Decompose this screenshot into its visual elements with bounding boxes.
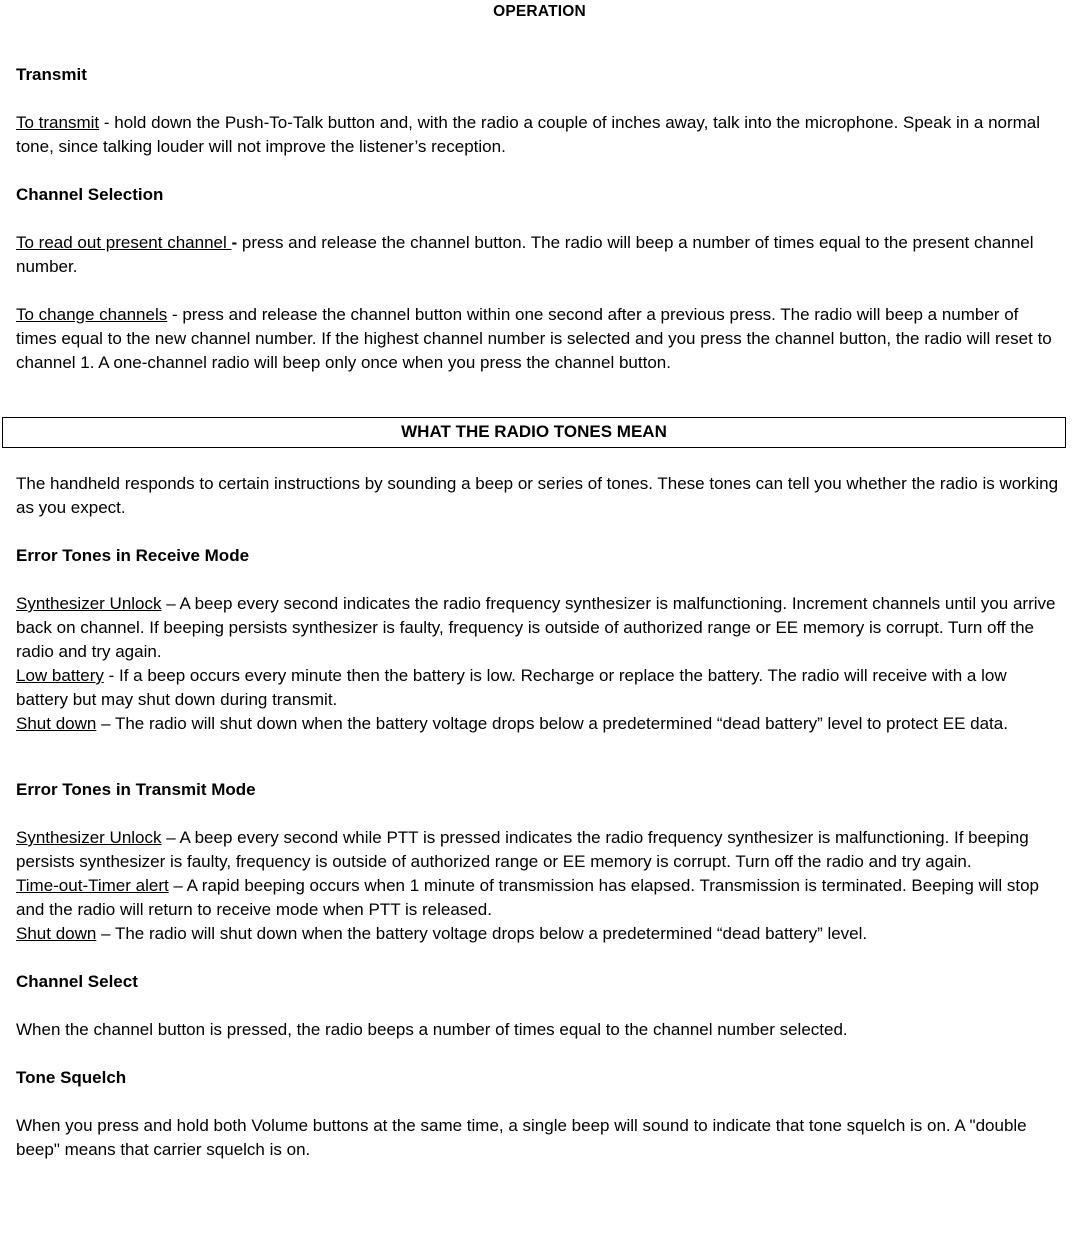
- lead-in-synthesizer-unlock-tx: Synthesizer Unlock: [16, 828, 162, 847]
- list-item-body: – A beep every second while PTT is press…: [16, 828, 1029, 871]
- lead-in-shut-down-rx: Shut down: [16, 714, 97, 733]
- lead-in-synthesizer-unlock-rx: Synthesizer Unlock: [16, 594, 162, 613]
- paragraph-tones-intro: The handheld responds to certain instruc…: [16, 474, 1059, 517]
- heading-transmit: Transmit: [16, 65, 87, 84]
- list-item-body: – A rapid beeping occurs when 1 minute o…: [16, 876, 1039, 919]
- paragraph-channel-select: When the channel button is pressed, the …: [16, 1020, 848, 1039]
- heading-channel-select: Channel Select: [16, 972, 138, 991]
- heading-error-tones-receive: Error Tones in Receive Mode: [16, 546, 250, 565]
- heading-channel-selection: Channel Selection: [16, 185, 164, 204]
- list-item-body: – A beep every second indicates the radi…: [16, 594, 1056, 661]
- lead-in-shut-down-tx: Shut down: [16, 924, 97, 943]
- list-item: Synthesizer Unlock – A beep every second…: [16, 826, 1063, 874]
- lead-in-time-out-timer-alert: Time-out-Timer alert: [16, 876, 169, 895]
- lead-in-low-battery: Low battery: [16, 666, 104, 685]
- list-item-body: – The radio will shut down when the batt…: [96, 924, 868, 943]
- list-item: Shut down – The radio will shut down whe…: [16, 712, 1063, 736]
- lead-in-change-channels: To change channels: [16, 305, 168, 324]
- document-page: OPERATION Transmit To transmit - hold do…: [0, 0, 1074, 1249]
- paragraph-tone-squelch: When you press and hold both Volume butt…: [16, 1116, 1027, 1159]
- paragraph-read-out-channel: To read out present channel - press and …: [16, 231, 1063, 279]
- list-item: Time-out-Timer alert – A rapid beeping o…: [16, 874, 1063, 922]
- heading-tone-squelch: Tone Squelch: [16, 1068, 127, 1087]
- paragraph-change-channels: To change channels - press and release t…: [16, 303, 1063, 375]
- heading-error-tones-transmit: Error Tones in Transmit Mode: [16, 780, 256, 799]
- paragraph-to-transmit: To transmit - hold down the Push-To-Talk…: [16, 111, 1063, 159]
- banner-radio-tones: WHAT THE RADIO TONES MEAN: [2, 417, 1066, 448]
- page-title: OPERATION: [493, 3, 586, 20]
- paragraph-to-transmit-body: - hold down the Push-To-Talk button and,…: [16, 113, 1041, 156]
- list-item: Synthesizer Unlock – A beep every second…: [16, 592, 1063, 664]
- list-item-body: - If a beep occurs every minute then the…: [16, 666, 1007, 709]
- paragraph-change-channels-body: - press and release the channel button w…: [16, 305, 1052, 372]
- list-item: Low battery - If a beep occurs every min…: [16, 664, 1063, 712]
- list-receive-mode-tones: Synthesizer Unlock – A beep every second…: [16, 592, 1063, 736]
- list-item: Shut down – The radio will shut down whe…: [16, 922, 1063, 946]
- list-item-body: – The radio will shut down when the batt…: [96, 714, 1008, 733]
- lead-in-read-out-channel: To read out present channel: [16, 233, 232, 252]
- list-transmit-mode-tones: Synthesizer Unlock – A beep every second…: [16, 826, 1063, 946]
- lead-in-to-transmit: To transmit: [16, 113, 100, 132]
